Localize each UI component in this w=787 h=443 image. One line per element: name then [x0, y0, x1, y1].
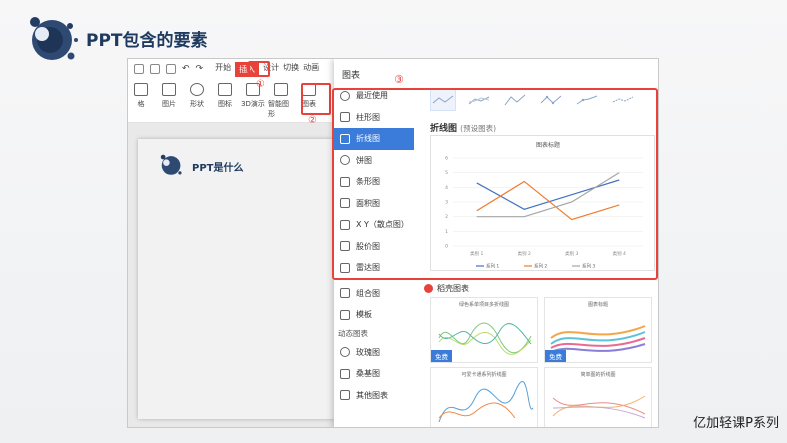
more-chart-icon: [340, 390, 350, 401]
template-title: 简单图的折线图: [580, 372, 616, 378]
template-card[interactable]: 可爱卡通系列折线图: [430, 367, 538, 427]
shape-icon: [190, 83, 204, 96]
smartart-icon: [274, 83, 288, 96]
category-other[interactable]: 其他图表: [334, 385, 414, 407]
smartart-button[interactable]: 智能图形: [268, 79, 294, 119]
table-button[interactable]: 格: [128, 79, 154, 109]
table-icon: [134, 83, 148, 96]
template-thumb: [552, 395, 646, 419]
insert-highlight: [248, 61, 270, 77]
image-icon: [162, 83, 176, 96]
mini-logo: [160, 154, 182, 175]
tab-transition[interactable]: 切换: [283, 62, 299, 77]
template-title: 图表标题: [587, 302, 608, 308]
docer-logo-icon: [424, 284, 433, 293]
mini-slide[interactable]: PPT是什么: [138, 139, 334, 419]
template-card[interactable]: 简单图的折线图: [544, 367, 652, 427]
template-title: 绿色系单项目多折线图: [458, 302, 509, 308]
free-badge: 免费: [431, 350, 452, 362]
template-thumb: [438, 381, 534, 423]
series-brand: 亿加轻课P系列: [693, 416, 779, 431]
free-badge: 免费: [545, 350, 566, 362]
slide-canvas: PPT是什么: [128, 123, 334, 427]
picture-button[interactable]: 图片: [156, 79, 182, 109]
combo-chart-icon: [340, 288, 350, 299]
template-heading: 稻壳图表: [424, 283, 469, 294]
dynamic-charts-heading: 动态图表: [338, 329, 368, 338]
template-card[interactable]: 图表标题 免费: [544, 297, 652, 363]
wps-screenshot: ↶ ↷ 开始 插入 设计 切换 动画 格 图片 形状 图标 3D演示 智能图形 …: [127, 58, 659, 428]
chart-highlight: [301, 83, 331, 115]
save-icon[interactable]: [134, 64, 144, 74]
preview-icon[interactable]: [166, 64, 176, 74]
category-template[interactable]: 模板: [334, 304, 414, 326]
slide-title: PPT包含的要素: [86, 31, 208, 51]
print-icon[interactable]: [150, 64, 160, 74]
rose-chart-icon: [340, 347, 350, 358]
redo-icon[interactable]: ↷: [196, 64, 204, 74]
icons-button[interactable]: 图标: [212, 79, 238, 109]
tab-animation[interactable]: 动画: [303, 62, 319, 77]
template-card[interactable]: 绿色系单项目多折线图 免费: [430, 297, 538, 363]
shape-button[interactable]: 形状: [184, 79, 210, 109]
dialog-title: 图表: [342, 71, 361, 81]
category-combo[interactable]: 组合图: [334, 283, 414, 305]
slide-logo: [30, 17, 78, 60]
tab-home[interactable]: 开始: [215, 62, 231, 77]
mini-slide-title: PPT是什么: [192, 163, 244, 174]
undo-icon[interactable]: ↶: [182, 64, 190, 74]
category-sankey[interactable]: 桑基图: [334, 363, 414, 385]
marker-1: ①: [256, 79, 265, 90]
template-icon: [340, 309, 350, 320]
chart-dialog-highlight: [332, 88, 658, 280]
icon-icon: [218, 83, 232, 96]
category-rose[interactable]: 玫瑰图: [334, 342, 414, 364]
sankey-chart-icon: [340, 368, 350, 379]
template-title: 可爱卡通系列折线图: [461, 372, 507, 378]
quick-access-bar: ↶ ↷ 开始 插入 设计 切换 动画: [128, 59, 338, 79]
